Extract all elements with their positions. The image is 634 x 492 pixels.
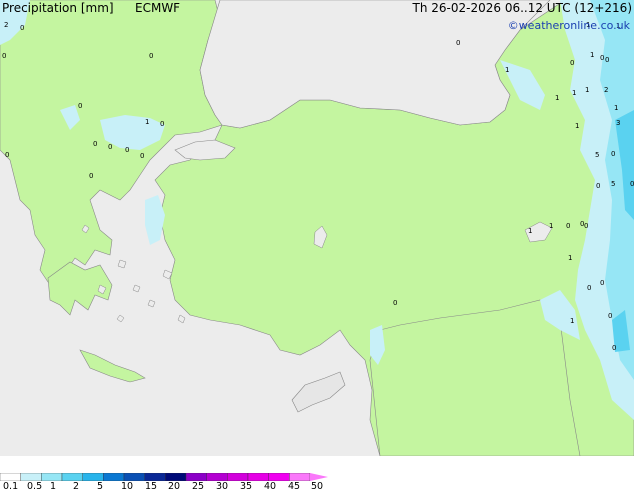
legend-label: 1 [50,481,57,492]
legend-swatch [289,473,311,481]
precip-value: 0 [160,120,164,128]
map-title: Precipitation [mm] [2,1,114,15]
precip-value: 2 [4,21,8,29]
legend-label: 50 [311,481,324,492]
legend-swatch [185,473,207,481]
legend-label: 0.1 [3,481,19,492]
legend-arrow [310,473,328,481]
legend-swatch [165,473,187,481]
precip-value: 0 [20,24,24,32]
precip-value: 0 [608,312,612,320]
legend-label: 30 [216,481,229,492]
precip-value: 3 [616,119,620,127]
precip-value: 0 [580,220,584,228]
precip-value: 1 [575,122,579,130]
legend-swatch [144,473,166,481]
copyright-link[interactable]: ©weatheronline.co.uk [508,19,630,32]
precip-value: 1 [585,86,589,94]
legend-label: 10 [121,481,134,492]
precip-value: 0 [89,172,93,180]
legend-swatch [247,473,269,481]
precip-value: 5 [611,180,615,188]
precip-value: 1 [614,104,618,112]
precip-value: 1 [570,317,574,325]
legend-swatch [82,473,104,481]
precip-value: 0 [612,344,616,352]
precip-value: 0 [2,52,6,60]
precip-value: 0 [149,52,153,60]
precip-value: 0 [456,39,460,47]
precip-value: 0 [393,299,397,307]
precipitation-map: 2 00 0001 00 0 00001010110121 11130550 01 0 01010… [0,0,634,456]
precip-value: 1 [505,66,509,74]
legend-label: 45 [288,481,301,492]
precip-value: 1 [528,227,532,235]
legend-label: 20 [168,481,181,492]
precip-value: 0 [125,146,129,154]
legend-swatch [41,473,63,481]
legend-swatch [103,473,125,481]
precip-value: 0 [78,102,82,110]
precip-value: 5 [595,151,599,159]
legend-label: 15 [145,481,158,492]
precip-value: 1 [568,254,572,262]
legend-label: 2 [73,481,80,492]
legend-label: 25 [192,481,205,492]
precip-value: 0 [611,150,615,158]
precip-value: 1 [549,222,553,230]
precip-value: 1 [555,94,559,102]
precip-value: 0 [600,279,604,287]
legend-swatch [61,473,83,481]
valid-time: Th 26-02-2026 06..12 UTC (12+216) [412,1,632,15]
precip-value: 1 [572,89,576,97]
precip-value: 1 [145,118,149,126]
precip-value: 0 [587,284,591,292]
precip-value: 1 [590,51,594,59]
legend-label: 5 [97,481,104,492]
precip-value: 0 [140,152,144,160]
precip-value: 0 [566,222,570,230]
precip-value: 0 [605,56,609,64]
legend-label: 35 [240,481,253,492]
precip-value: 0 [584,222,588,230]
precip-value: 0 [108,143,112,151]
precip-value: 2 [604,86,608,94]
precip-legend-bar [0,473,328,481]
precip-value: 0 [600,54,604,62]
legend-swatch [0,473,21,481]
precip-value: 0 [596,182,600,190]
legend-swatch [268,473,290,481]
legend-label: 40 [264,481,277,492]
model-name: ECMWF [135,1,181,15]
legend-swatch [206,473,228,481]
legend-label: 0.5 [27,481,43,492]
legend-swatch [123,473,145,481]
precip-value: 0 [93,140,97,148]
precip-value: 0 [570,59,574,67]
legend-swatch [227,473,249,481]
precip-value: 0 [5,151,9,159]
legend-swatch [20,473,42,481]
precip-value: 0 [630,180,634,188]
